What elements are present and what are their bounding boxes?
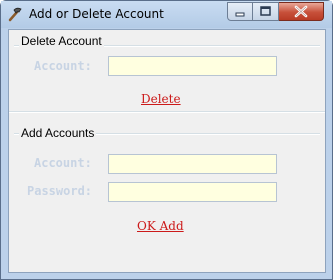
add-account-input[interactable] bbox=[108, 154, 277, 174]
dialog-client-area: Delete Account Account: Delete Add Accou… bbox=[8, 29, 326, 273]
delete-section-heading: Delete Account bbox=[19, 34, 104, 48]
password-input[interactable] bbox=[108, 182, 277, 202]
add-section-heading: Add Accounts bbox=[19, 126, 97, 140]
delete-account-label: Account: bbox=[34, 59, 92, 73]
delete-account-input[interactable] bbox=[108, 56, 277, 76]
delete-link[interactable]: Delete bbox=[141, 92, 181, 106]
dialog-window: Add or Delete Account Delete Account Acc… bbox=[0, 0, 333, 280]
section-divider bbox=[9, 111, 325, 113]
window-title: Add or Delete Account bbox=[29, 7, 164, 21]
minimize-button[interactable] bbox=[227, 2, 253, 21]
add-account-label: Account: bbox=[34, 156, 92, 170]
close-button[interactable] bbox=[279, 2, 324, 21]
password-label: Password: bbox=[27, 184, 93, 198]
ok-add-link[interactable]: OK Add bbox=[137, 219, 184, 233]
app-icon bbox=[8, 7, 24, 22]
minimize-icon bbox=[235, 12, 245, 17]
title-bar[interactable]: Add or Delete Account bbox=[1, 1, 332, 28]
close-icon bbox=[294, 5, 308, 18]
maximize-icon bbox=[260, 6, 271, 16]
maximize-button[interactable] bbox=[253, 2, 279, 21]
